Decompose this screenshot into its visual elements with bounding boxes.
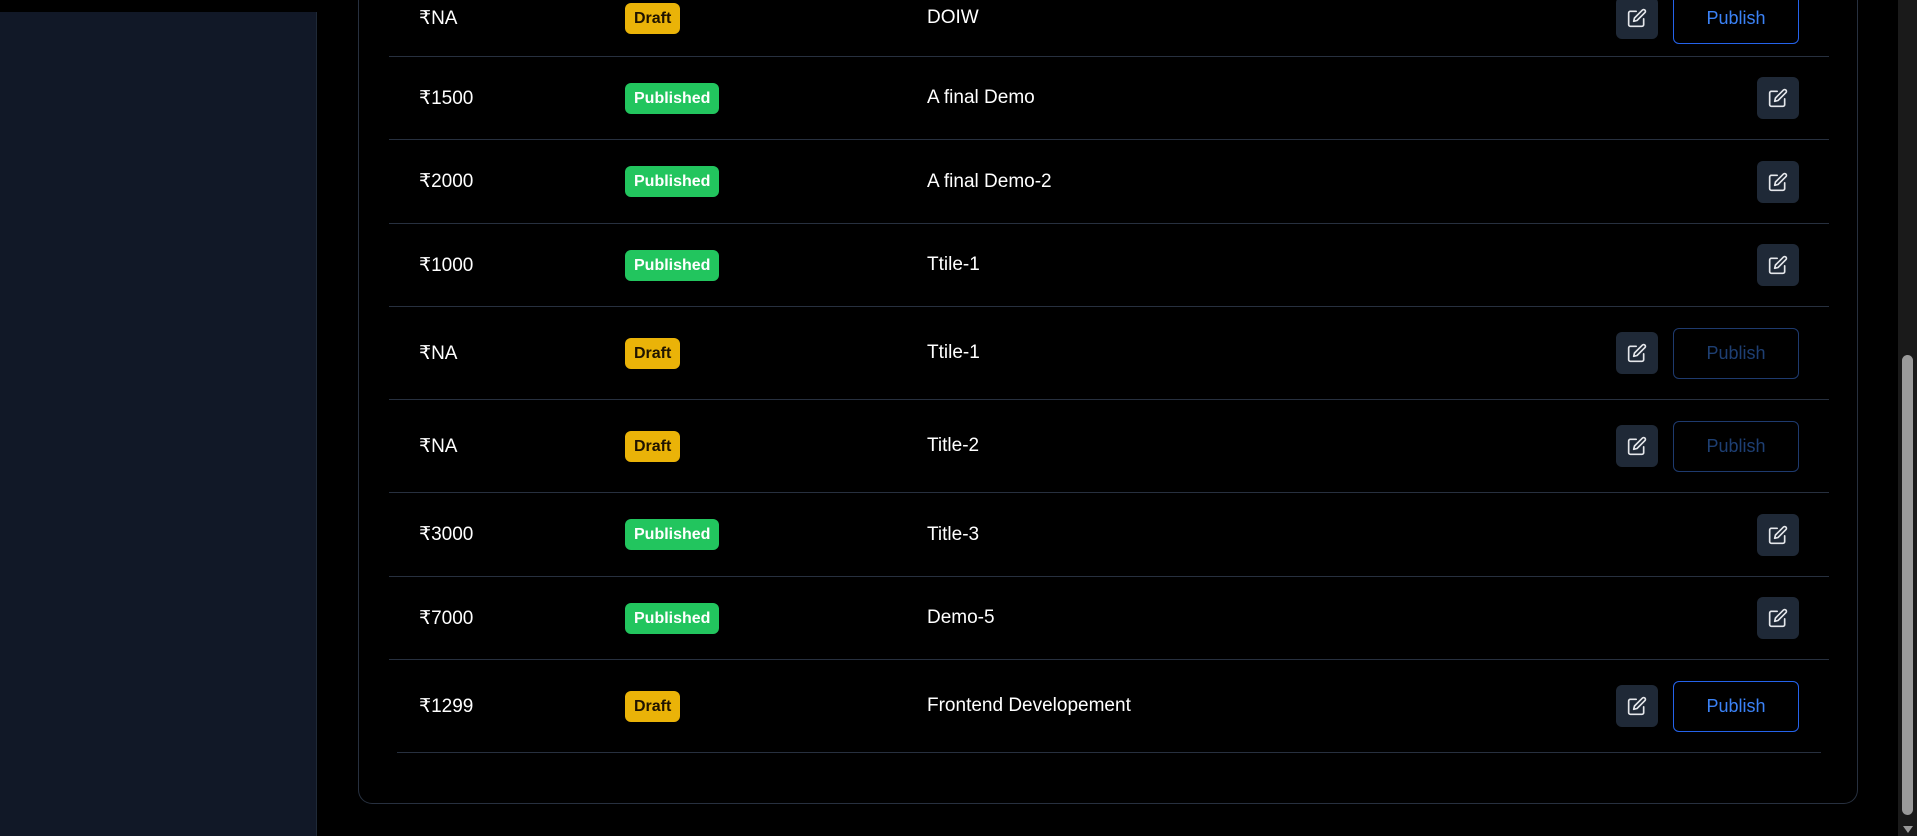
row-actions: Publish	[1616, 680, 1799, 732]
edit-icon	[1768, 172, 1788, 191]
table-row: ₹NA Draft Title-2 Publish	[389, 400, 1829, 493]
status-cell: Draft	[625, 337, 681, 369]
status-cell: Draft	[625, 690, 681, 722]
course-price: ₹1500	[419, 87, 474, 109]
publish-button[interactable]: Publish	[1673, 327, 1799, 379]
status-cell: Published	[625, 249, 720, 281]
status-cell: Published	[625, 519, 720, 550]
scrollbar-thumb[interactable]	[1902, 355, 1913, 815]
course-price: ₹1000	[419, 254, 474, 276]
edit-button[interactable]	[1616, 685, 1658, 727]
edit-icon	[1627, 343, 1647, 363]
course-price: ₹2000	[419, 171, 474, 192]
status-cell: Draft	[625, 430, 681, 462]
table-row: ₹1299 Draft Frontend Developement Publis…	[397, 660, 1821, 753]
edit-icon	[1627, 436, 1647, 456]
edit-icon	[1768, 608, 1788, 628]
edit-button[interactable]	[1757, 597, 1799, 639]
status-badge: Published	[625, 249, 720, 281]
course-title: Title-2	[927, 435, 980, 456]
table-row: ₹1500 Published A final Demo	[389, 57, 1829, 140]
courses-table: ₹NA Draft DOIW Publish ₹1500 Published A…	[389, 0, 1829, 753]
edit-button[interactable]	[1757, 160, 1799, 203]
course-price: ₹NA	[419, 435, 458, 457]
edit-button[interactable]	[1757, 513, 1799, 556]
row-actions	[1757, 597, 1799, 639]
table-row: ₹7000 Published Demo-5	[389, 577, 1829, 660]
edit-button[interactable]	[1757, 244, 1799, 286]
course-price: ₹NA	[419, 7, 458, 29]
course-title: Frontend Developement	[927, 695, 1131, 716]
course-title: A final Demo-2	[927, 170, 1052, 192]
publish-button[interactable]: Publish	[1673, 420, 1799, 472]
table-row: ₹1000 Published Ttile-1	[389, 224, 1829, 307]
status-badge: Draft	[625, 2, 681, 34]
sidebar	[0, 12, 317, 836]
course-title: Demo-5	[927, 607, 995, 628]
status-badge: Published	[625, 602, 720, 634]
course-title: A final Demo	[927, 87, 1035, 108]
edit-button[interactable]	[1616, 332, 1658, 374]
row-actions: Publish	[1616, 420, 1799, 472]
course-price: ₹3000	[419, 524, 474, 545]
row-actions: Publish	[1616, 0, 1799, 44]
status-badge: Published	[625, 519, 720, 550]
edit-icon	[1627, 8, 1647, 28]
status-badge: Published	[625, 166, 720, 197]
course-title: Ttile-1	[927, 254, 980, 275]
main-content: ₹NA Draft DOIW Publish ₹1500 Published A…	[318, 0, 1898, 836]
table-row: ₹NA Draft Ttile-1 Publish	[389, 307, 1829, 400]
status-cell: Draft	[625, 2, 681, 34]
edit-icon	[1768, 255, 1788, 275]
row-actions	[1757, 77, 1799, 119]
status-cell: Published	[625, 166, 720, 197]
edit-icon	[1768, 88, 1788, 108]
publish-button[interactable]: Publish	[1673, 0, 1799, 44]
edit-button[interactable]	[1757, 77, 1799, 119]
course-price: ₹1299	[419, 695, 474, 717]
edit-button[interactable]	[1616, 0, 1658, 39]
course-title: DOIW	[927, 7, 979, 28]
table-row: ₹2000 Published A final Demo-2	[389, 140, 1829, 224]
status-badge: Draft	[625, 337, 681, 369]
edit-icon	[1768, 525, 1788, 544]
table-row: ₹3000 Published Title-3	[389, 493, 1829, 577]
row-actions	[1757, 513, 1799, 556]
table-row: ₹NA Draft DOIW Publish	[389, 0, 1829, 57]
publish-button[interactable]: Publish	[1673, 680, 1799, 732]
status-badge: Draft	[625, 690, 681, 722]
row-actions	[1757, 160, 1799, 203]
row-actions	[1757, 244, 1799, 286]
vertical-scrollbar[interactable]	[1898, 0, 1917, 836]
status-cell: Published	[625, 82, 720, 114]
course-price: ₹7000	[419, 607, 474, 629]
course-title: Ttile-1	[927, 342, 980, 363]
edit-button[interactable]	[1616, 425, 1658, 467]
course-title: Title-3	[927, 523, 980, 545]
status-cell: Published	[625, 602, 720, 634]
status-badge: Published	[625, 82, 720, 114]
edit-icon	[1627, 696, 1647, 716]
course-price: ₹NA	[419, 342, 458, 364]
scroll-down-arrow-icon[interactable]	[1903, 826, 1913, 833]
row-actions: Publish	[1616, 327, 1799, 379]
status-badge: Draft	[625, 430, 681, 462]
courses-table-card: ₹NA Draft DOIW Publish ₹1500 Published A…	[358, 0, 1858, 804]
